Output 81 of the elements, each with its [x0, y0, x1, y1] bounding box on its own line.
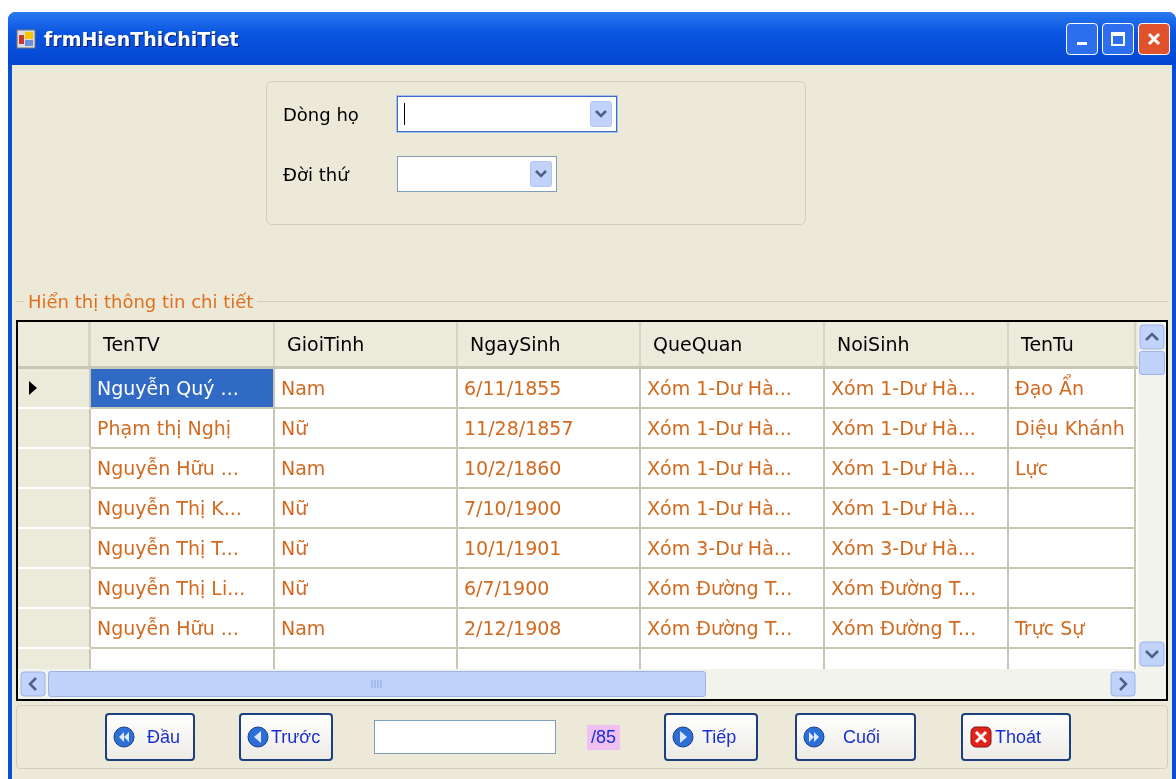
table-cell: Đạo Ẩn [1009, 369, 1136, 409]
table-cell: 6/7/1900 [458, 569, 641, 609]
row-header[interactable] [18, 449, 91, 489]
table-cell: Nữ [275, 409, 458, 449]
nav-button[interactable]: Trước [239, 713, 333, 761]
table-cell: Xóm 1-Dư Hà... [641, 369, 825, 409]
table-cell: 10/2/1860 [458, 449, 641, 489]
close-icon [1146, 30, 1162, 47]
minimize-icon [1077, 42, 1087, 45]
table-cell: Xóm 1-Dư Hà... [641, 409, 825, 449]
nav-button[interactable]: Cuối [795, 713, 917, 761]
scroll-right-icon[interactable] [1110, 671, 1136, 697]
group-title: Hiển thị thông tin chi tiết [24, 291, 258, 312]
column-header[interactable]: TenTu [1009, 322, 1136, 366]
column-header[interactable]: NgaySinh [458, 322, 641, 366]
table-cell: Nữ [275, 489, 458, 529]
table-cell: Xóm Đường T... [825, 569, 1009, 609]
dropdown-icon [590, 101, 612, 127]
table-cell: Nữ [275, 529, 458, 569]
row-header[interactable] [18, 529, 91, 569]
double-left-icon [113, 726, 135, 748]
table-cell: Xóm 3-Dư Hà... [825, 529, 1009, 569]
table-cell: Xóm 1-Dư Hà... [825, 449, 1009, 489]
table-cell: Nam [275, 449, 458, 489]
nav-button[interactable]: Tiếp [664, 713, 759, 761]
table-cell: 6/11/1855 [458, 369, 641, 409]
grip-icon [370, 679, 384, 689]
table-cell: Xóm 1-Dư Hà... [641, 449, 825, 489]
column-header[interactable]: GioiTinh [275, 322, 458, 366]
exit-icon [969, 725, 994, 749]
row-header[interactable] [18, 569, 91, 609]
vertical-scrollbar[interactable] [1138, 322, 1166, 669]
table-cell: Xóm Đường T... [641, 569, 825, 609]
scroll-left-icon[interactable] [20, 671, 46, 697]
position-field[interactable] [374, 720, 556, 754]
combo-box[interactable] [397, 156, 557, 192]
table-cell: Nguyễn Hữu ... [91, 449, 275, 489]
table-cell: 11/28/1857 [458, 409, 641, 449]
row-header[interactable] [18, 369, 91, 409]
dropdown-icon [530, 161, 552, 187]
filter-label: Đời thứ [283, 163, 351, 185]
scroll-thumb[interactable] [48, 671, 706, 697]
row-header[interactable] [18, 409, 91, 449]
double-right-icon [803, 726, 826, 748]
scroll-up-icon[interactable] [1139, 324, 1165, 350]
record-count: /85 [587, 724, 621, 750]
current-row-icon [28, 380, 38, 396]
table-cell: Xóm 1-Dư Hà... [825, 369, 1009, 409]
table-cell: Xóm 1-Dư Hà... [825, 409, 1009, 449]
minimize-button[interactable] [1066, 22, 1098, 55]
filter-label: Dòng họ [283, 103, 360, 125]
table-cell: Xóm 1-Dư Hà... [825, 489, 1009, 529]
table-cell: 7/10/1900 [458, 489, 641, 529]
table-cell: Lực [1009, 449, 1136, 489]
app-icon [16, 28, 36, 49]
scroll-thumb[interactable] [1139, 351, 1165, 375]
table-cell: Xóm 1-Dư Hà... [641, 489, 825, 529]
row-header[interactable] [18, 489, 91, 529]
nav-button[interactable]: Thoát [961, 713, 1072, 761]
table-cell: Nguyễn Thị K... [91, 489, 275, 529]
table-cell: 10/1/1901 [458, 529, 641, 569]
row-header[interactable] [18, 609, 91, 649]
window-title: frmHienThiChiTiet [44, 27, 239, 50]
horizontal-scrollbar[interactable] [18, 669, 1166, 699]
table-cell: Nữ [275, 569, 458, 609]
column-header[interactable]: QueQuan [641, 322, 825, 366]
table-cell: Nguyễn Quý ... [91, 369, 275, 409]
table-cell: Diệu Khánh [1009, 409, 1136, 449]
maximize-button[interactable] [1102, 22, 1134, 55]
scroll-down-icon[interactable] [1139, 641, 1165, 667]
nav-button[interactable]: Đầu [105, 713, 195, 761]
table-cell: Nam [275, 369, 458, 409]
maximize-icon [1110, 30, 1126, 47]
table-cell: Nguyễn Thị T... [91, 529, 275, 569]
combo-box[interactable] [397, 96, 617, 132]
table-cell: Xóm 3-Dư Hà... [641, 529, 825, 569]
column-header[interactable]: NoiSinh [825, 322, 1009, 366]
table-cell: Nguyễn Thị Li... [91, 569, 275, 609]
table-cell: Phạm thị Nghị [91, 409, 275, 449]
column-header[interactable]: TenTV [91, 322, 275, 366]
close-button[interactable] [1138, 22, 1170, 55]
